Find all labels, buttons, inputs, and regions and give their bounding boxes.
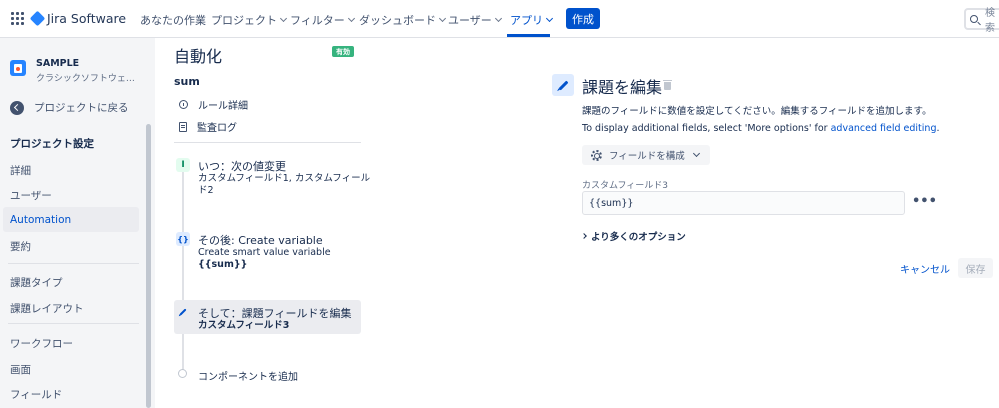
nav-label: ユーザー bbox=[448, 14, 492, 27]
config-description: 課題のフィールドに数値を設定してください。編集するフィールドを追加します。 bbox=[582, 106, 932, 117]
back-to-project-link[interactable]: プロジェクトに戻る bbox=[10, 100, 129, 115]
chevron-down-icon bbox=[438, 14, 447, 23]
rule-timeline-line bbox=[182, 168, 184, 374]
jira-logo[interactable]: Jira Software bbox=[29, 10, 127, 27]
create-button[interactable]: 作成 bbox=[566, 8, 600, 29]
arrow-left-circle-icon bbox=[10, 100, 24, 115]
search-icon bbox=[970, 15, 978, 23]
sidebar-item-issue-layout[interactable]: 課題レイアウト bbox=[10, 301, 84, 316]
advanced-field-editing-link[interactable]: advanced field editing bbox=[831, 123, 937, 134]
status-badge: 有効 bbox=[332, 46, 354, 57]
edit-component-subtitle: カスタムフィールド3 bbox=[198, 320, 290, 331]
chevron-right-icon bbox=[581, 233, 587, 239]
sidebar-item-workflows[interactable]: ワークフロー bbox=[10, 336, 73, 351]
variable-subtitle: Create smart value variable bbox=[198, 247, 331, 258]
config-description-advanced: To display additional fields, select 'Mo… bbox=[582, 123, 940, 134]
back-label: プロジェクトに戻る bbox=[34, 102, 129, 114]
brand-name: Jira Software bbox=[47, 11, 127, 26]
project-type: クラシックソフトウェアプ... bbox=[36, 74, 141, 84]
search-placeholder: 検索 bbox=[985, 8, 995, 34]
project-settings-heading: プロジェクト設定 bbox=[10, 138, 94, 150]
pencil-icon bbox=[552, 74, 574, 96]
edit-component-title: そして：課題フィールドを編集 bbox=[198, 307, 352, 320]
variable-title: その後: Create variable bbox=[198, 234, 323, 247]
sidebar-item-issue-types[interactable]: 課題タイプ bbox=[10, 275, 63, 290]
custom-field-3-input[interactable]: {{sum}} bbox=[582, 191, 905, 215]
project-name: SAMPLE bbox=[36, 58, 80, 69]
trigger-icon: I bbox=[176, 158, 190, 172]
page-title: 自動化 bbox=[174, 47, 223, 66]
sidebar-item-screens[interactable]: 画面 bbox=[10, 362, 31, 377]
pencil-icon bbox=[176, 305, 190, 319]
sidebar-scrollbar[interactable] bbox=[146, 124, 151, 408]
sidebar-item-users[interactable]: ユーザー bbox=[10, 188, 52, 203]
chevron-down-icon bbox=[494, 14, 502, 23]
project-avatar bbox=[10, 60, 26, 76]
chevron-down-icon bbox=[545, 14, 554, 23]
field-label: カスタムフィールド3 bbox=[582, 181, 669, 191]
rule-details-link[interactable]: ルール詳細 bbox=[179, 97, 248, 112]
project-sidebar: SAMPLE クラシックソフトウェアプ... プロジェクトに戻る プロジェクト設… bbox=[0, 38, 155, 408]
nav-label: プロジェクト bbox=[211, 14, 277, 27]
nav-dashboards[interactable]: ダッシュボード bbox=[359, 12, 447, 28]
nav-label: ダッシュボード bbox=[359, 14, 436, 27]
trigger-subtitle-cont: ド2 bbox=[198, 185, 214, 196]
gear-icon bbox=[591, 149, 602, 161]
nav-your-work[interactable]: あなたの作業 bbox=[140, 12, 206, 28]
sidebar-item-summary[interactable]: 要約 bbox=[10, 239, 31, 254]
more-options-label: より多くのオプション bbox=[591, 232, 686, 243]
top-navigation: Jira Software あなたの作業 プロジェクト フィルター ダッシュボー… bbox=[0, 0, 999, 38]
rule-divider bbox=[174, 142, 361, 143]
jira-diamond-icon bbox=[29, 10, 46, 27]
rule-name: sum bbox=[174, 75, 200, 88]
more-options-toggle[interactable]: より多くのオプション bbox=[581, 229, 686, 243]
app-switcher-icon[interactable] bbox=[11, 12, 24, 25]
trigger-title: いつ：次の値変更 bbox=[198, 160, 286, 173]
add-component-link[interactable]: コンポーネントを追加 bbox=[198, 368, 298, 383]
add-component-dot-icon bbox=[178, 369, 187, 378]
nav-projects[interactable]: プロジェクト bbox=[211, 12, 288, 28]
document-icon bbox=[179, 121, 187, 132]
sidebar-divider bbox=[8, 263, 139, 264]
active-tab-indicator bbox=[507, 34, 550, 37]
braces-icon: {} bbox=[176, 232, 190, 246]
chevron-down-icon bbox=[279, 14, 288, 23]
sidebar-item-automation[interactable]: Automation bbox=[3, 207, 139, 232]
advanced-text-end: . bbox=[936, 123, 940, 134]
nav-label: アプリ bbox=[510, 14, 543, 27]
configure-fields-label: フィールドを構成 bbox=[609, 151, 685, 162]
sidebar-item-details[interactable]: 詳細 bbox=[10, 163, 31, 178]
search-input[interactable]: 検索 bbox=[964, 8, 999, 34]
rule-details-label: ルール詳細 bbox=[198, 101, 248, 112]
config-title: 課題を編集 bbox=[582, 78, 663, 97]
nav-apps[interactable]: アプリ bbox=[510, 12, 554, 28]
audit-log-label: 監査ログ bbox=[197, 123, 237, 134]
configure-fields-button[interactable]: フィールドを構成 bbox=[582, 145, 710, 165]
trash-icon[interactable] bbox=[663, 80, 672, 90]
cancel-button[interactable]: キャンセル bbox=[900, 258, 950, 278]
audit-log-link[interactable]: 監査ログ bbox=[179, 119, 237, 134]
nav-filters[interactable]: フィルター bbox=[290, 12, 355, 28]
save-button[interactable]: 保存 bbox=[958, 258, 993, 278]
sidebar-item-fields[interactable]: フィールド bbox=[10, 387, 62, 402]
sidebar-divider bbox=[8, 323, 139, 324]
chevron-down-icon bbox=[692, 149, 700, 158]
variable-value: {{sum}} bbox=[198, 259, 248, 270]
info-icon bbox=[179, 100, 188, 109]
nav-label: フィルター bbox=[290, 14, 345, 27]
nav-label: あなたの作業 bbox=[140, 14, 206, 27]
trigger-subtitle: カスタムフィールド1, カスタムフィール bbox=[198, 173, 371, 184]
chevron-down-icon bbox=[347, 14, 355, 23]
more-actions-icon[interactable]: ••• bbox=[912, 195, 937, 208]
nav-people[interactable]: ユーザー bbox=[448, 12, 502, 28]
advanced-text: To display additional fields, select 'Mo… bbox=[582, 123, 831, 134]
